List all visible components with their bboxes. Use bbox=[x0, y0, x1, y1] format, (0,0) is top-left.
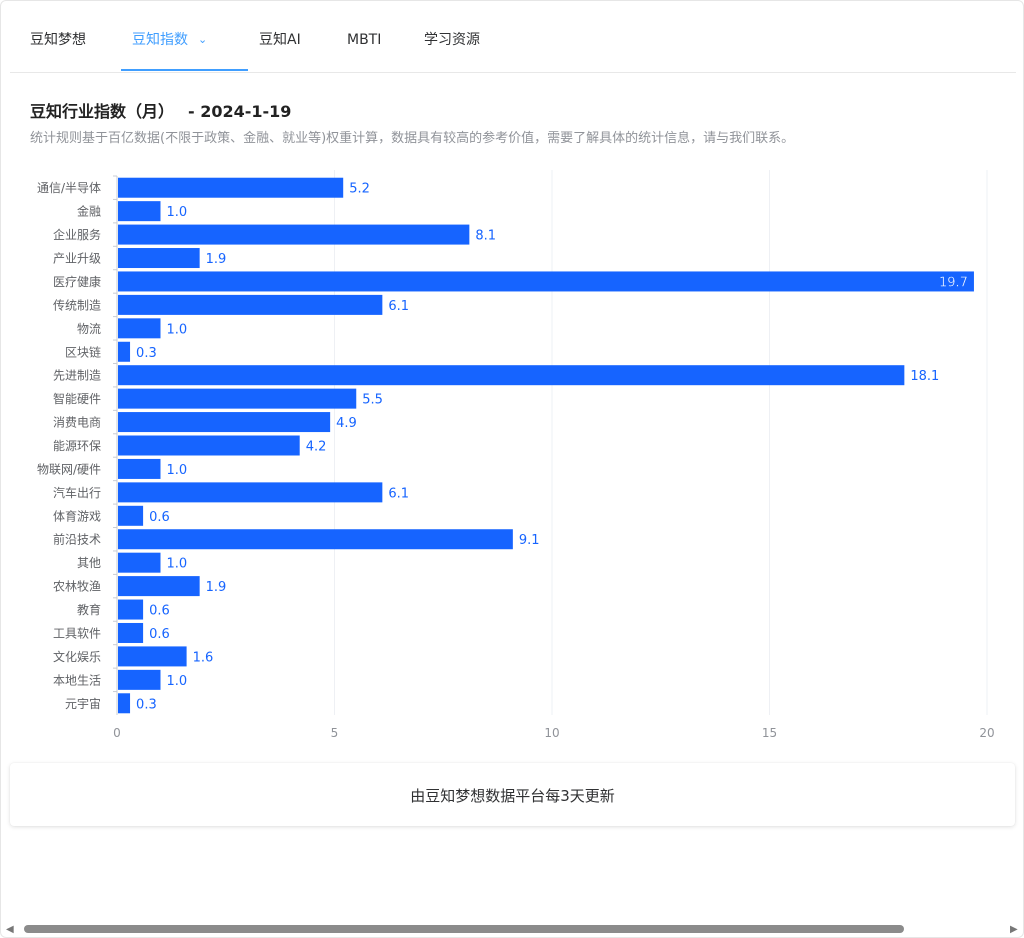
bar bbox=[118, 294, 383, 315]
category-label: 区块链 bbox=[65, 344, 101, 359]
update-notice-text: 由豆知梦想数据平台每3天更新 bbox=[410, 787, 615, 805]
x-tick-label: 0 bbox=[113, 726, 121, 740]
category-label: 文化娱乐 bbox=[53, 649, 101, 664]
x-tick-label: 5 bbox=[331, 726, 339, 740]
bar bbox=[118, 435, 300, 456]
triangle-left-icon[interactable]: ◀ bbox=[6, 924, 14, 935]
bar bbox=[118, 271, 974, 292]
category-label: 农林牧渔 bbox=[53, 580, 101, 594]
bar bbox=[118, 529, 513, 550]
triangle-right-icon[interactable]: ▶ bbox=[1010, 924, 1018, 935]
category-label: 前沿技术 bbox=[53, 532, 101, 547]
category-label: 教育 bbox=[77, 602, 101, 617]
bar-value-label: 6.1 bbox=[388, 486, 409, 501]
category-label: 先进制造 bbox=[53, 369, 101, 383]
category-label: 消费电商 bbox=[53, 415, 101, 430]
bar-value-label: 0.6 bbox=[149, 604, 170, 619]
bar bbox=[118, 458, 161, 479]
bar bbox=[118, 599, 144, 620]
bar-value-label: 1.0 bbox=[167, 674, 188, 689]
category-label: 传统制造 bbox=[53, 297, 101, 312]
bar-value-label: 1.9 bbox=[206, 252, 227, 267]
category-label: 通信/半导体 bbox=[37, 181, 101, 195]
bar-value-label: 1.0 bbox=[167, 463, 188, 478]
category-label: 医疗健康 bbox=[53, 274, 101, 289]
bar-value-label: 8.1 bbox=[475, 229, 496, 244]
category-label: 其他 bbox=[77, 556, 101, 570]
bar-value-label: 9.1 bbox=[519, 533, 540, 548]
bar bbox=[118, 224, 470, 245]
bar bbox=[118, 622, 144, 643]
bar bbox=[118, 341, 131, 362]
bar bbox=[118, 669, 161, 690]
bar bbox=[118, 412, 331, 433]
bar bbox=[118, 248, 200, 269]
bar-value-label: 1.9 bbox=[206, 580, 227, 595]
bar-value-label: 1.0 bbox=[167, 205, 188, 220]
bar-value-label: 4.2 bbox=[306, 440, 327, 455]
category-label: 产业升级 bbox=[53, 252, 101, 266]
category-label: 汽车出行 bbox=[53, 485, 101, 500]
bar bbox=[118, 318, 161, 339]
bar-value-label: 19.7 bbox=[939, 275, 968, 290]
category-label: 本地生活 bbox=[53, 673, 101, 687]
bar-value-label: 0.6 bbox=[149, 510, 170, 525]
industry-index-bar-chart: 0 5 10 15 20 通信/半导体 5.2 金融 1.0 企业服务 8.1 产业升级 1.9 医疗健康… bbox=[37, 170, 995, 740]
bar bbox=[118, 388, 357, 409]
bar-value-label: 5.2 bbox=[349, 182, 370, 197]
category-label: 能源环保 bbox=[53, 439, 101, 453]
scrollbar-thumb[interactable] bbox=[24, 925, 904, 933]
bar-value-label: 1.0 bbox=[167, 557, 188, 572]
bar-value-label: 1.6 bbox=[193, 650, 214, 665]
bar-value-label: 18.1 bbox=[910, 369, 939, 384]
bar bbox=[118, 482, 383, 503]
category-label: 工具软件 bbox=[53, 626, 101, 640]
category-label: 元宇宙 bbox=[65, 696, 101, 711]
category-label: 物流 bbox=[77, 322, 101, 336]
category-label: 企业服务 bbox=[53, 227, 101, 242]
x-tick-label: 20 bbox=[979, 726, 994, 740]
category-label: 体育游戏 bbox=[53, 508, 101, 523]
update-notice-card: 由豆知梦想数据平台每3天更新 bbox=[10, 763, 1015, 826]
x-tick-label: 15 bbox=[762, 726, 777, 740]
bar-value-label: 0.3 bbox=[136, 346, 157, 361]
bar bbox=[118, 693, 131, 714]
bar bbox=[118, 505, 144, 526]
bar bbox=[118, 177, 344, 198]
bar bbox=[118, 365, 905, 386]
bar-value-label: 6.1 bbox=[388, 299, 409, 314]
bar-value-label: 5.5 bbox=[362, 393, 383, 408]
category-label: 金融 bbox=[77, 204, 101, 219]
bar bbox=[118, 646, 187, 667]
bar bbox=[118, 201, 161, 222]
bar-value-label: 0.6 bbox=[149, 627, 170, 642]
horizontal-scrollbar[interactable]: ◀ ▶ bbox=[0, 922, 1022, 936]
bar bbox=[118, 576, 200, 597]
bar-value-label: 4.9 bbox=[336, 416, 357, 431]
x-tick-label: 10 bbox=[544, 726, 559, 740]
bar-value-label: 1.0 bbox=[167, 322, 188, 337]
bar-value-label: 0.3 bbox=[136, 697, 157, 712]
bar bbox=[118, 552, 161, 573]
category-label: 智能硬件 bbox=[53, 391, 101, 406]
category-label: 物联网/硬件 bbox=[37, 462, 101, 476]
